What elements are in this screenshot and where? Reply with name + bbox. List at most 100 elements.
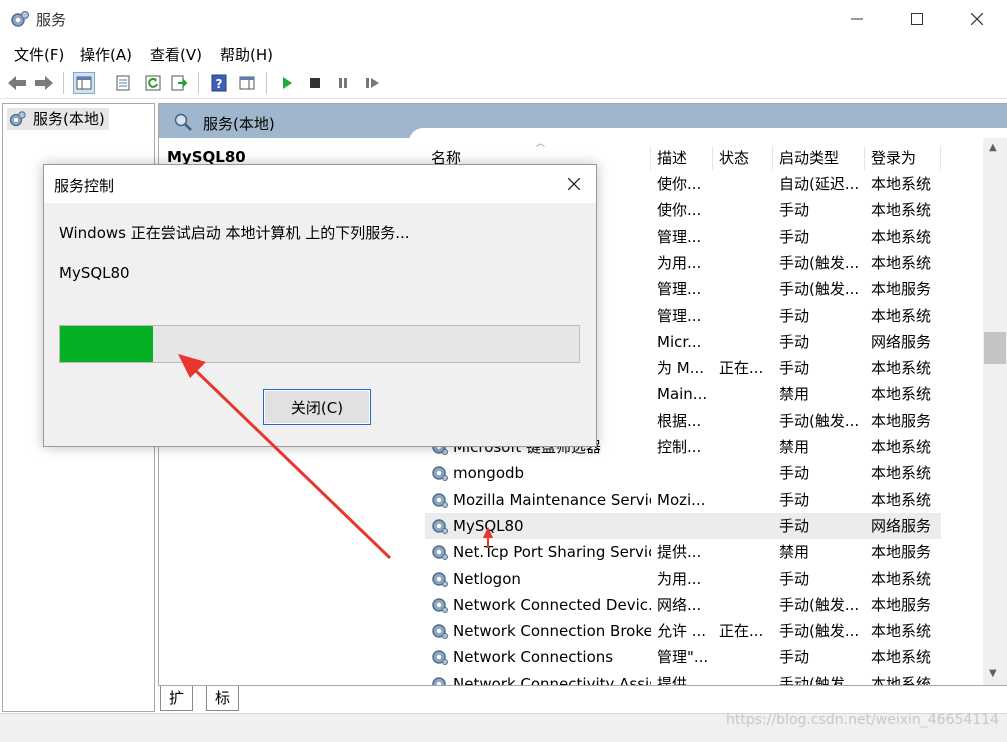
scroll-up-icon[interactable]: ▲	[989, 142, 997, 153]
service-status-cell	[719, 224, 775, 250]
service-desc-cell: Mozi...	[657, 490, 706, 509]
action-pane-icon	[239, 76, 255, 90]
column-header-description[interactable]: 描述	[651, 146, 713, 170]
back-icon	[8, 76, 26, 90]
service-desc-cell: 使你...	[657, 201, 702, 220]
service-startup-cell: 手动	[779, 359, 810, 378]
service-startup-cell: 手动	[779, 648, 810, 667]
column-header-startup-type[interactable]: 启动类型	[773, 146, 865, 170]
service-desc-cell: 提供...	[657, 674, 702, 686]
service-gear-icon	[432, 650, 448, 666]
service-startup-cell: 手动	[779, 490, 810, 509]
service-gear-icon	[432, 676, 446, 685]
close-button[interactable]	[947, 0, 1007, 38]
column-header-status[interactable]: 状态	[713, 146, 773, 170]
service-row[interactable]: Netlogon 为用... 手动 本地系统	[425, 566, 941, 592]
column-header-log-on-as[interactable]: 登录为	[865, 146, 941, 170]
menu-view[interactable]: 查看(V)	[150, 44, 202, 65]
restart-service-icon	[366, 78, 379, 88]
service-logon-cell: 本地系统	[871, 622, 932, 641]
scrollbar-thumb[interactable]	[984, 332, 1006, 364]
service-desc-cell: 管理...	[657, 280, 702, 299]
service-desc-cell: 为用...	[657, 253, 702, 272]
service-row[interactable]: Network Connectivity Assis... 提供... 手动(触发.…	[425, 671, 941, 686]
vertical-scrollbar[interactable]: ▲ ▼	[983, 138, 1007, 685]
service-name: MySQL80	[453, 516, 524, 535]
start-service-button[interactable]	[276, 72, 298, 94]
maximize-button[interactable]	[887, 0, 947, 38]
service-logon-cell: 本地服务	[871, 280, 932, 299]
service-desc-cell: 管理"...	[657, 648, 709, 667]
service-logon-cell: 本地系统	[871, 674, 932, 686]
service-status-cell	[719, 171, 775, 197]
gears-icon	[11, 11, 29, 27]
dialog-close-button[interactable]	[560, 171, 588, 197]
service-startup-cell: 自动(延迟...	[779, 175, 860, 193]
export-list-button[interactable]	[168, 72, 190, 94]
service-startup-cell: 禁用	[779, 438, 810, 456]
forward-button[interactable]	[33, 72, 55, 94]
properties-button[interactable]	[112, 72, 134, 94]
menu-file[interactable]: 文件(F)	[14, 44, 64, 65]
close-icon	[568, 178, 580, 190]
minimize-button[interactable]	[827, 0, 887, 38]
scroll-down-icon[interactable]: ▼	[989, 668, 997, 679]
service-status-cell	[719, 197, 775, 223]
service-name-cell: Network Connection Broker	[431, 618, 651, 644]
service-logon-cell: 网络服务	[871, 516, 932, 535]
svg-text:?: ?	[216, 77, 223, 91]
toolbar-separator	[266, 72, 267, 94]
service-row[interactable]: Mozilla Maintenance Service Mozi... 手动 本地系统	[425, 487, 941, 513]
service-logon-cell: 本地系统	[871, 385, 932, 404]
dialog-close-action-button[interactable]: 关闭(C)	[263, 389, 371, 425]
service-name: mongodb	[453, 464, 525, 483]
show-console-tree-button[interactable]	[73, 72, 95, 94]
service-startup-cell: 手动	[779, 306, 810, 325]
minimize-icon	[851, 18, 863, 20]
action-pane-button[interactable]	[236, 72, 258, 94]
service-startup-cell: 手动	[779, 332, 810, 351]
service-gear-icon	[432, 492, 448, 508]
service-logon-cell: 本地系统	[871, 306, 932, 325]
service-status-cell	[719, 250, 775, 276]
service-status-cell	[719, 329, 775, 355]
service-row[interactable]: mongodb 手动 本地系统	[425, 460, 941, 486]
tab-standard[interactable]: 标准	[206, 686, 240, 731]
magnifier-gear-icon	[174, 113, 192, 131]
service-name-cell: Network Connectivity Assis...	[431, 671, 651, 685]
tab-extended[interactable]: 扩展	[160, 686, 194, 731]
service-desc-cell: 控制...	[657, 438, 702, 456]
back-button[interactable]	[6, 72, 28, 94]
service-startup-cell: 手动(触发...	[779, 622, 860, 641]
service-startup-cell: 手动(触发...	[779, 595, 860, 614]
service-row[interactable]: Network Connections 管理"... 手动 本地系统	[425, 644, 941, 670]
stop-service-button[interactable]	[304, 72, 326, 94]
forward-icon	[35, 76, 53, 90]
restart-service-button[interactable]	[362, 72, 384, 94]
service-name-cell: Network Connections	[431, 644, 651, 670]
dialog-message: Windows 正在尝试启动 本地计算机 上的下列服务...	[59, 224, 410, 242]
service-startup-cell: 手动	[779, 516, 810, 535]
service-startup-cell: 手动(触发...	[779, 253, 860, 272]
service-name: Netlogon	[453, 569, 521, 588]
service-logon-cell: 本地系统	[871, 227, 932, 246]
service-row[interactable]: MySQL80 手动 网络服务	[425, 512, 941, 539]
service-row[interactable]: Network Connected Devic... 网络... 手动(触发... 本…	[425, 592, 941, 618]
refresh-button[interactable]	[142, 72, 164, 94]
service-gear-icon	[432, 545, 448, 561]
service-name-cell: Network Connected Devic...	[431, 592, 651, 618]
help-button[interactable]: ?	[208, 72, 230, 94]
pause-service-button[interactable]	[332, 72, 354, 94]
service-row[interactable]: Network Connection Broker 允许 ... 正在... 手动(触…	[425, 618, 941, 644]
service-desc-cell: 为 M...	[657, 359, 705, 378]
service-logon-cell: 本地服务	[871, 595, 932, 614]
tree-item-services-local[interactable]: 服务(本地)	[7, 108, 109, 130]
service-row[interactable]: Net.Tcp Port Sharing Service 提供... 禁用 本地服务	[425, 539, 941, 565]
menu-help[interactable]: 帮助(H)	[220, 44, 273, 65]
menu-action[interactable]: 操作(A)	[80, 44, 132, 65]
service-gear-icon	[432, 571, 448, 587]
service-status-cell	[719, 592, 775, 618]
service-name: Network Connections	[453, 648, 614, 667]
pause-service-icon	[339, 78, 347, 88]
service-gear-icon	[432, 519, 448, 534]
